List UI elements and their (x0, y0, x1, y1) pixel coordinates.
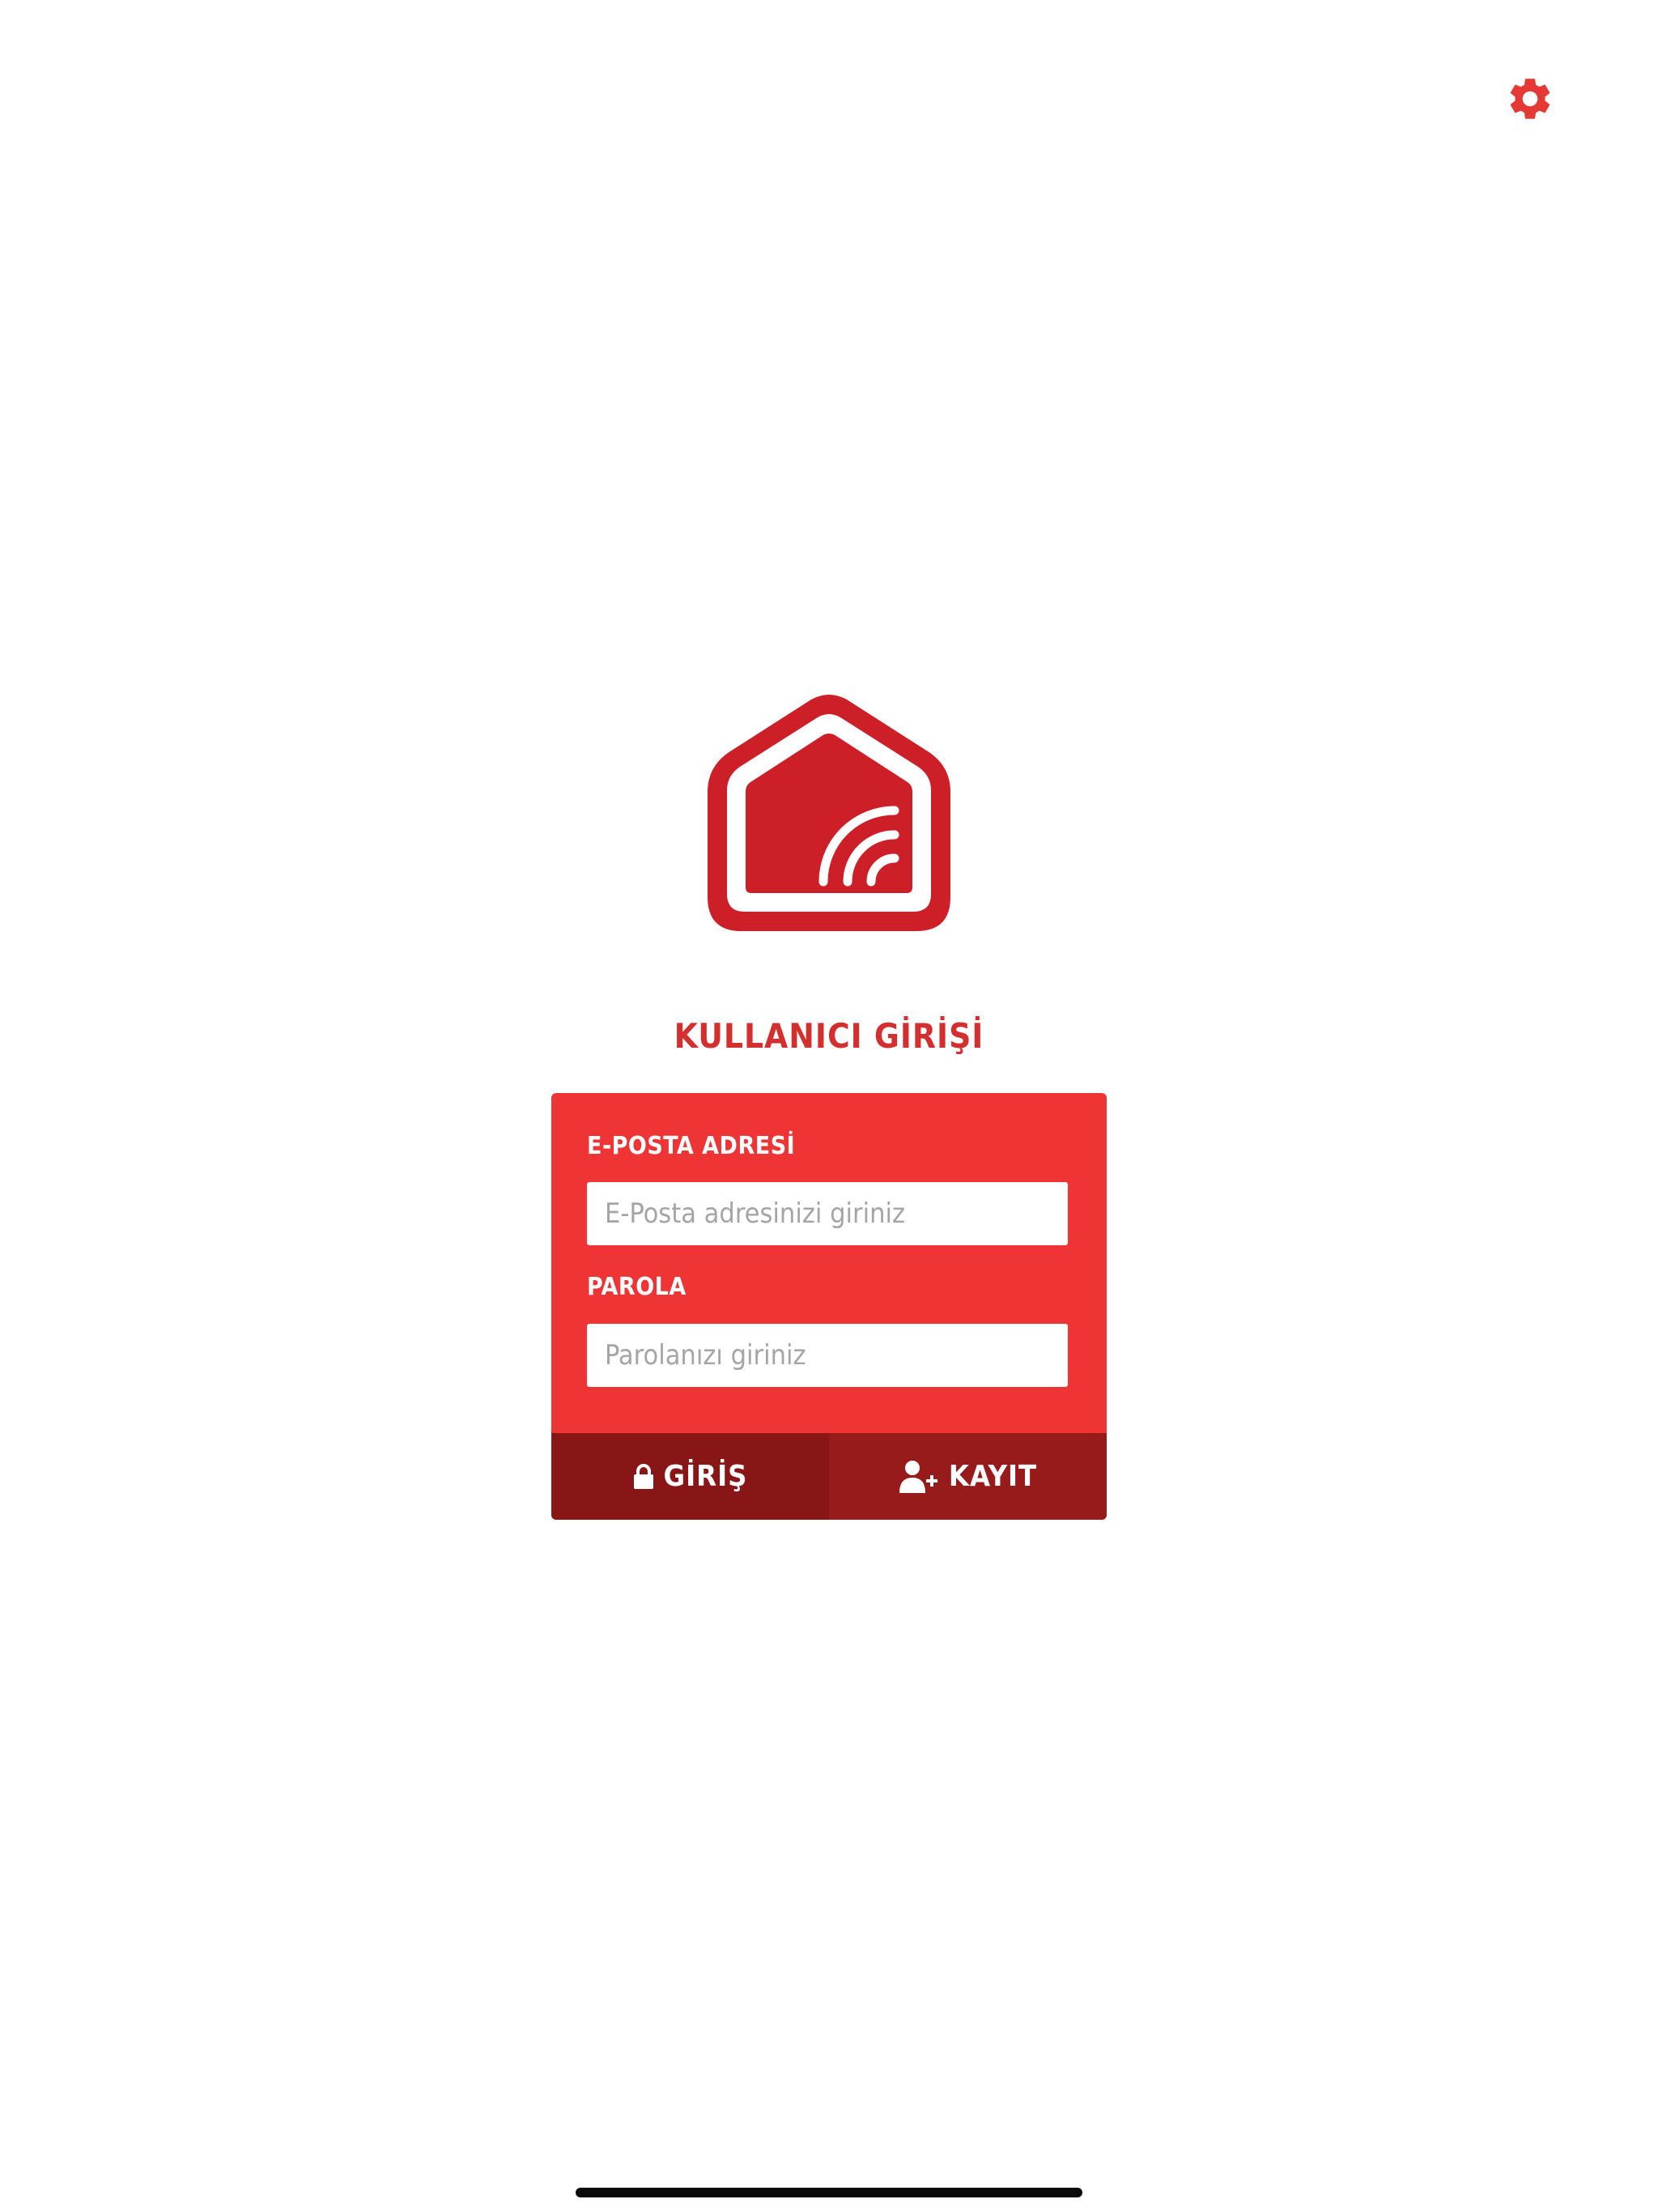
lock-icon (633, 1463, 654, 1490)
page-title: KULLANICI GİRİŞİ (674, 1016, 984, 1056)
password-label: PAROLA (587, 1273, 687, 1301)
smart-home-wifi-icon (708, 695, 950, 931)
register-button-label: KAYIT (948, 1460, 1038, 1493)
email-field[interactable] (587, 1182, 1068, 1245)
app-logo (708, 695, 950, 931)
password-field[interactable] (587, 1324, 1068, 1387)
settings-button[interactable] (1505, 74, 1555, 124)
register-button[interactable]: KAYIT (829, 1433, 1107, 1520)
login-button[interactable]: GİRİŞ (551, 1433, 829, 1520)
add-user-icon (899, 1460, 939, 1494)
email-label: E-POSTA ADRESİ (587, 1132, 796, 1160)
gear-icon (1510, 79, 1550, 119)
login-form: E-POSTA ADRESİ PAROLA GİRİŞ KA (551, 1093, 1107, 1520)
login-button-label: GİRİŞ (663, 1460, 748, 1493)
form-actions: GİRİŞ KAYIT (551, 1433, 1107, 1520)
home-indicator (576, 2188, 1082, 2197)
